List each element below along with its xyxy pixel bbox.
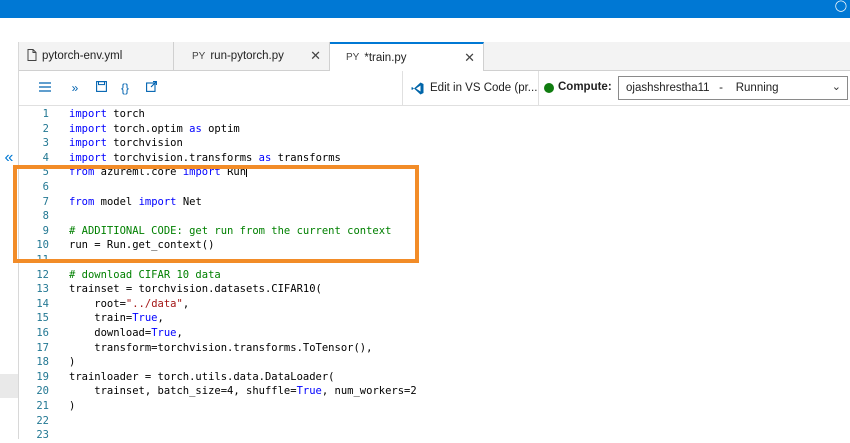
line-number: 3 [42,137,49,150]
tab-run-pytorch[interactable]: PY run-pytorch.py ✕ [174,42,330,70]
code-line[interactable]: 17 transform=torchvision.transforms.ToTe… [19,341,372,356]
code-text: train=True, [69,312,164,325]
compute-select[interactable]: ojashshrestha11 - Running ⌄ [618,76,848,100]
code-text: ) [69,400,76,412]
code-line[interactable]: 15 train=True, [19,311,164,326]
code-line[interactable]: 23 [19,428,49,443]
code-text: import torchvision.transforms as transfo… [69,151,341,164]
line-number: 1 [42,108,49,120]
line-number: 15 [36,312,49,325]
code-text: import torch.optim as optim [69,122,240,135]
python-file-icon: PY [346,52,360,63]
code-line[interactable]: 3 import torchvision [19,136,183,151]
collapse-icon[interactable]: « [0,150,18,166]
code-text: import torch [69,108,145,120]
code-text: trainset = torchvision.datasets.CIFAR10( [69,283,322,296]
code-line[interactable]: 12 # download CIFAR 10 data [19,268,220,283]
code-line[interactable]: 21) [19,399,75,414]
compute-value: ojashshrestha11 - Running [626,82,779,94]
code-text: # download CIFAR 10 data [69,268,221,281]
toolbar-separator [402,71,403,105]
close-icon[interactable]: ✕ [464,50,475,66]
code-line[interactable]: 13 trainset = torchvision.datasets.CIFAR1… [19,282,322,297]
code-line[interactable]: 16 download=True, [19,326,182,341]
close-icon[interactable]: ✕ [310,48,321,64]
tab-label: *train.py [364,51,407,64]
yaml-file-icon [27,48,37,64]
tab-train[interactable]: PY *train.py ✕ [330,42,484,71]
code-text: ) [69,356,76,369]
line-number: 13 [36,283,49,296]
vscode-icon [411,82,424,94]
notification-icon[interactable]: ◯ [835,0,847,12]
toolbar-separator [538,71,539,105]
tab-label: run-pytorch.py [210,50,284,62]
code-text: trainset, batch_size=4, shuffle=True, nu… [69,385,417,398]
line-number: 14 [36,297,49,310]
code-line[interactable]: 22 [19,414,49,429]
running-status-icon [544,83,554,93]
code-line[interactable]: 4 import torchvision.transforms as transf… [19,151,341,166]
line-number: 23 [36,429,49,442]
code-text: transform=torchvision.transforms.ToTenso… [69,341,373,354]
save-icon[interactable] [93,80,109,96]
code-line[interactable]: 18) [19,355,75,370]
code-line[interactable]: 14 root="../data", [19,297,189,312]
tab-pytorch-env[interactable]: pytorch-env.yml [19,42,174,70]
tab-label: pytorch-env.yml [42,50,123,62]
code-line[interactable]: 19 trainloader = torch.utils.data.DataLoa… [19,370,334,385]
line-number: 22 [36,414,49,427]
python-file-icon: PY [192,50,206,62]
code-line[interactable]: 20 trainset, batch_size=4, shuffle=True,… [19,384,416,399]
line-number: 21 [36,400,49,412]
chevron-down-icon: ⌄ [831,81,841,93]
external-icon[interactable] [143,80,159,96]
code-text: trainloader = torch.utils.data.DataLoade… [69,370,335,383]
line-number: 20 [36,385,49,398]
rail-selected-item[interactable] [0,374,18,398]
top-bar: ◯ [0,0,850,18]
code-editor[interactable]: 1 import torch 2 import torch.optim as opti… [19,106,850,441]
braces-icon[interactable]: {} [117,80,133,96]
line-number: 17 [36,341,49,354]
line-number: 12 [36,268,49,281]
line-number: 19 [36,370,49,383]
line-number: 16 [36,327,49,339]
tab-bar: pytorch-env.yml PY run-pytorch.py ✕ PY *… [19,42,850,71]
edit-in-vscode-button[interactable]: Edit in VS Code (pr... [411,79,537,97]
compute-label: Compute: [558,81,612,93]
code-line[interactable]: 1 import torch [19,107,145,122]
code-text: download=True, [69,327,183,339]
menu-icon[interactable] [37,80,53,96]
line-number: 4 [42,151,49,164]
code-text: root="../data", [69,297,190,310]
highlight-box [13,165,419,263]
run-all-icon[interactable]: » [67,80,83,96]
editor-toolbar: » {} Edit in VS Code (pr... Compute: oja… [19,71,850,106]
edit-in-vscode-label: Edit in VS Code (pr... [430,82,538,94]
code-text: import torchvision [69,137,183,150]
line-number: 2 [42,122,49,135]
code-line[interactable]: 2 import torch.optim as optim [19,122,240,137]
line-number: 18 [36,356,49,369]
